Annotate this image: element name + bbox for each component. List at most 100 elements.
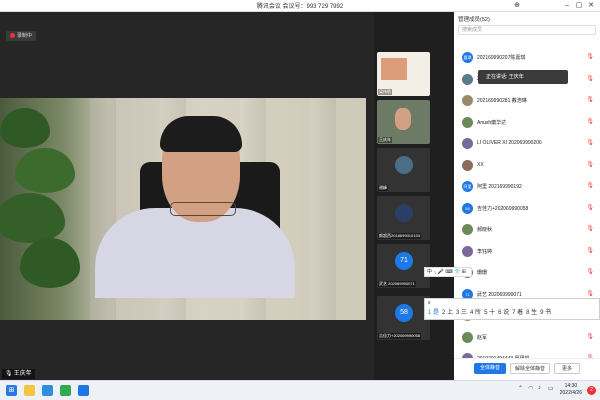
member-row[interactable]: 赵军 🎙 <box>454 330 600 344</box>
speaking-popup: 正在讲话: 王庆年 <box>478 70 568 84</box>
avatar <box>395 204 413 222</box>
member-name: 郝晓秋 <box>477 227 493 233</box>
member-row[interactable]: XX 🎙 <box>454 158 600 172</box>
more-button[interactable]: 更多 <box>554 363 580 374</box>
ime-candidate[interactable]: 5 十 <box>484 310 495 316</box>
member-row[interactable]: Anush庸华达 🎙 <box>454 115 600 129</box>
member-avatar <box>462 95 473 106</box>
meeting-app-icon[interactable] <box>78 385 89 396</box>
mic-muted-icon[interactable]: 🎙 <box>586 96 594 103</box>
ime-candidate[interactable]: 9 书 <box>540 310 551 316</box>
mic-muted-icon[interactable]: 🎙 <box>586 118 594 125</box>
member-search-input[interactable]: 搜索成员 <box>458 25 596 35</box>
mic-muted-icon[interactable]: 🎙 <box>586 53 594 60</box>
avatar: 71 <box>395 252 413 270</box>
member-row[interactable]: 李钰婷 🎙 <box>454 244 600 258</box>
member-name: 赵军 <box>477 334 488 341</box>
notification-badge[interactable]: 2 <box>587 386 596 395</box>
thumbnail-avatar[interactable]: 谢峰 <box>377 148 430 192</box>
ime-candidate[interactable]: 4 所 <box>470 310 481 316</box>
mic-muted-icon[interactable]: 🎙 <box>586 268 594 275</box>
member-name: 202169990207陈嘉琪 <box>477 55 526 61</box>
thumbnail-label: 梁伟航 <box>378 89 392 95</box>
member-name: XX <box>477 161 484 168</box>
speaker-video <box>0 98 366 320</box>
thumbnail-video[interactable]: 王庆年 <box>377 100 430 144</box>
thumbnail-label: 武艺 202069990071 <box>378 281 416 287</box>
ime-candidate[interactable]: 1 是 <box>428 310 439 316</box>
battery-icon[interactable]: ▭ <box>548 385 554 392</box>
taskbar: ⊞ ⌃ ◠ ♪ ▭ 14:30 2022/4/26 2 <box>0 380 600 400</box>
mic-muted-icon[interactable]: 🎙 <box>586 139 594 146</box>
mic-muted-icon[interactable]: 🎙 <box>586 204 594 211</box>
member-name: 吉佳力+202069990058 <box>477 205 529 212</box>
member-row[interactable]: 嘉琪 202169990207陈嘉琪 🎙 <box>454 50 600 64</box>
mic-muted-icon[interactable]: 🎙 <box>586 290 594 297</box>
member-avatar: 嘉琪 <box>462 52 473 63</box>
thumbnail-slide[interactable]: 梁伟航 <box>377 52 430 96</box>
ime-toolbar[interactable]: 中 ·, 🎤 ⌨ 👕 ⊞ <box>424 267 472 277</box>
folder-icon[interactable] <box>24 385 35 396</box>
glasses <box>170 202 236 216</box>
member-name: LI OLIVER XI 202069990206 <box>477 140 542 146</box>
mic-muted-icon[interactable]: 🎙 <box>586 225 594 232</box>
record-dot-icon <box>10 32 15 38</box>
thumbnail-label: 王庆年 <box>378 137 392 143</box>
ime-candidate[interactable]: 6 说 <box>498 310 509 316</box>
member-name: 珊珊 <box>477 270 488 276</box>
pin-icon[interactable]: ⊕ <box>512 1 522 10</box>
mic-muted-icon[interactable]: 🎙 <box>586 333 594 340</box>
ime-candidate[interactable]: 3 三 <box>456 310 467 316</box>
mic-muted-icon[interactable]: 🎙 <box>586 247 594 254</box>
member-row[interactable]: 郝晓秋 🎙 <box>454 222 600 236</box>
hair <box>160 116 242 152</box>
ime-candidate[interactable]: 7 着 <box>512 310 523 316</box>
ime-candidate-window[interactable]: s 1 是2 上3 三4 所5 十6 说7 着8 生9 书 <box>424 298 600 320</box>
title-bar: 腾讯会议 会议号：993 729 7992 ⊕ – ▢ ✕ <box>0 0 600 12</box>
edge-icon[interactable] <box>42 385 53 396</box>
thumbnail-avatar[interactable]: 58 吉佳力+202069990058 <box>377 296 430 340</box>
avatar: 58 <box>395 304 413 322</box>
member-row[interactable]: 珊珊 🎙 <box>454 265 600 279</box>
system-clock[interactable]: 14:30 2022/4/26 <box>560 383 582 397</box>
member-avatar: 阿里 <box>462 181 473 192</box>
thumbnail-avatar[interactable]: 71 武艺 202069990071 <box>377 244 430 288</box>
panel-header: 管理成员(52) <box>458 17 490 23</box>
mic-muted-icon[interactable]: 🎙 <box>586 182 594 189</box>
wifi-icon[interactable]: ◠ <box>528 385 533 392</box>
app-icon[interactable] <box>60 385 71 396</box>
thumbnail-avatar[interactable]: 颜超西2018699010153 <box>377 196 430 240</box>
recording-indicator[interactable]: 录制中 <box>6 31 37 41</box>
unmute-all-button[interactable]: 解除全体静音 <box>510 363 550 374</box>
speaker-icon[interactable]: ♪ <box>538 385 541 391</box>
speaker-name-tag: 🎙王庆年 <box>2 369 35 379</box>
member-row[interactable]: 阿里 阿里 202169990192 🎙 <box>454 179 600 193</box>
start-icon[interactable]: ⊞ <box>6 385 17 396</box>
close-icon[interactable]: ✕ <box>586 1 596 10</box>
mute-all-button[interactable]: 全体静音 <box>474 363 506 374</box>
member-name: Anush庸华达 <box>477 119 507 126</box>
mic-muted-icon[interactable]: 🎙 <box>586 75 594 82</box>
mic-muted-icon[interactable]: 🎙 <box>586 161 594 168</box>
meeting-window: 腾讯会议 会议号：993 729 7992 ⊕ – ▢ ✕ 录制中 🎙王庆年 梁… <box>0 0 600 380</box>
member-row[interactable]: 58 吉佳力+202069990058 🎙 <box>454 201 600 215</box>
member-name: 阿里 202169990192 <box>477 184 522 190</box>
thumbnail-label: 颜超西2018699010153 <box>378 233 421 239</box>
avatar <box>395 156 413 174</box>
member-avatar <box>462 138 473 149</box>
maximize-icon[interactable]: ▢ <box>574 1 584 10</box>
member-row[interactable]: LI OLIVER XI 202069990206 🎙 <box>454 136 600 150</box>
plant-leaf <box>15 148 75 193</box>
member-row[interactable]: 202169990281 戴浩琳 🎙 <box>454 93 600 107</box>
ime-candidate[interactable]: 2 上 <box>442 310 453 316</box>
chevron-up-icon[interactable]: ⌃ <box>518 385 523 392</box>
plant-leaf <box>0 193 65 243</box>
minimize-icon[interactable]: – <box>562 1 572 10</box>
member-avatar: 58 <box>462 202 473 214</box>
main-video-area: 录制中 🎙王庆年 <box>0 12 374 380</box>
member-name: 202169990281 戴浩琳 <box>477 98 527 104</box>
member-avatar <box>462 245 473 257</box>
ime-candidates: 1 是2 上3 三4 所5 十6 说7 着8 生9 书 <box>425 307 599 316</box>
ime-candidate[interactable]: 8 生 <box>526 310 537 316</box>
participant-thumbnails: 梁伟航 王庆年 谢峰 颜超西2018699010153 71 武艺 202069… <box>374 12 454 380</box>
